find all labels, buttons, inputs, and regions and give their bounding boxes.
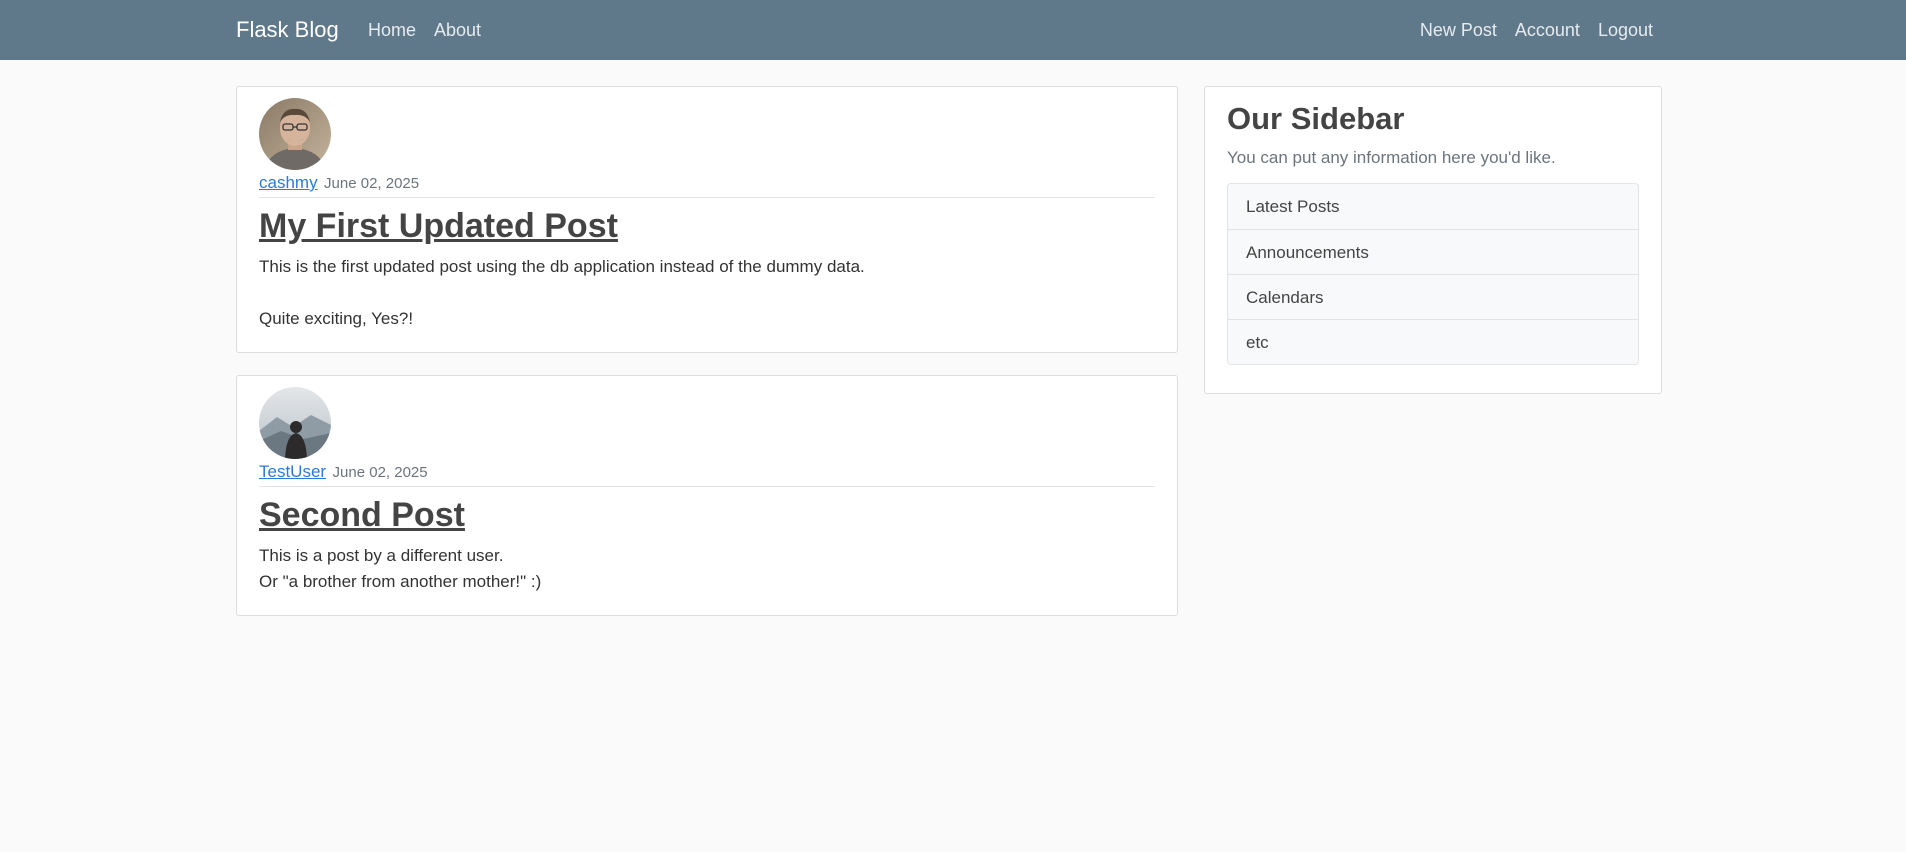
sidebar-item-etc[interactable]: etc [1228, 319, 1638, 364]
post-title-link[interactable]: Second Post [259, 493, 465, 537]
nav-logout-link[interactable]: Logout [1598, 20, 1653, 41]
article-metadata: cashmy June 02, 2025 [259, 172, 1155, 198]
nav-left: Home About [368, 0, 481, 60]
post-title-link[interactable]: My First Updated Post [259, 204, 618, 248]
sidebar-list: Latest Posts Announcements Calendars etc [1227, 183, 1639, 365]
nav-right: New Post Account Logout [1420, 0, 1653, 60]
sidebar: Our Sidebar You can put any information … [1204, 86, 1662, 394]
post-date: June 02, 2025 [332, 464, 428, 481]
post-article: cashmy June 02, 2025 My First Updated Po… [236, 86, 1178, 353]
author-link[interactable]: cashmy [259, 173, 318, 192]
post-content: This is a post by a different user. Or "… [259, 546, 542, 591]
nav-new-post-link[interactable]: New Post [1420, 20, 1497, 41]
nav-home-link[interactable]: Home [368, 20, 416, 41]
article-metadata: TestUser June 02, 2025 [259, 461, 1155, 487]
sidebar-item-announcements[interactable]: Announcements [1228, 229, 1638, 274]
nav-about-link[interactable]: About [434, 20, 481, 41]
nav-account-link[interactable]: Account [1515, 20, 1580, 41]
post-date: June 02, 2025 [324, 175, 420, 192]
main-content: cashmy June 02, 2025 My First Updated Po… [236, 86, 1178, 638]
avatar [259, 98, 331, 170]
navbar: Flask Blog Home About New Post Account L… [0, 0, 1906, 60]
avatar-image [259, 387, 331, 459]
sidebar-item-latest-posts[interactable]: Latest Posts [1228, 184, 1638, 229]
avatar [259, 387, 331, 459]
sidebar-description: You can put any information here you'd l… [1227, 148, 1556, 167]
post-article: TestUser June 02, 2025 Second Post This … [236, 375, 1178, 616]
post-content: This is the first updated post using the… [259, 257, 865, 328]
brand-link[interactable]: Flask Blog [236, 0, 339, 60]
avatar-image [259, 98, 331, 170]
author-link[interactable]: TestUser [259, 462, 326, 481]
sidebar-item-calendars[interactable]: Calendars [1228, 274, 1638, 319]
sidebar-title: Our Sidebar [1227, 101, 1405, 136]
